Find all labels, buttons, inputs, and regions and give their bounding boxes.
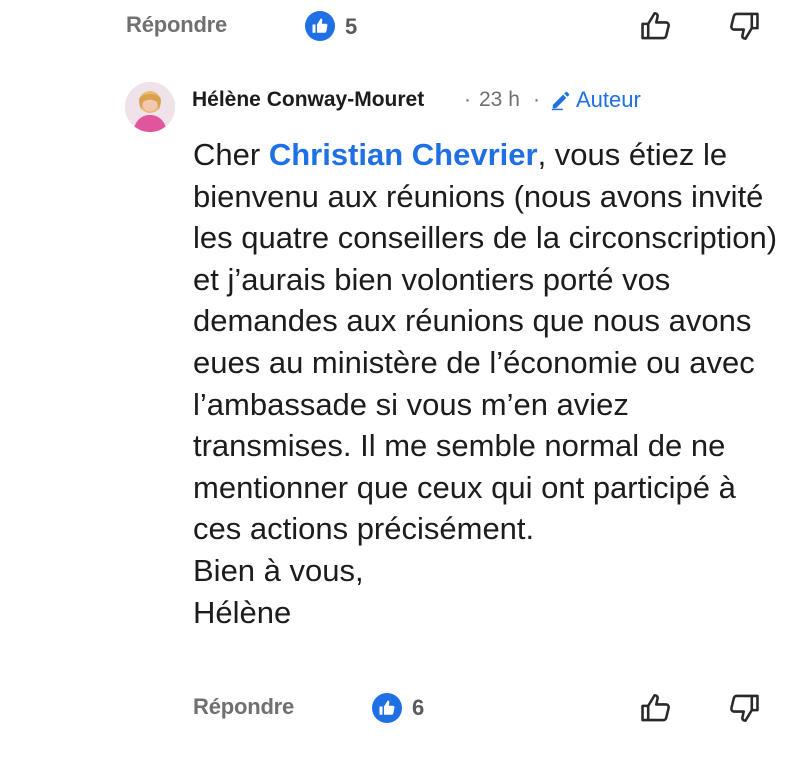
like-count: 6	[412, 695, 425, 720]
thumbs-up-filled-icon	[372, 693, 402, 723]
like-count: 5	[345, 14, 358, 39]
thumbs-down-outline-icon	[730, 12, 759, 41]
comment-closing: Bien à vous,	[193, 552, 364, 588]
text-prefix: Cher	[193, 137, 269, 172]
comment-text: Cher Christian Chevrier, vous étiez le b…	[193, 134, 783, 550]
like-button[interactable]	[636, 6, 676, 46]
reply-button[interactable]: Répondre	[193, 694, 294, 720]
comment-signature: Hélène	[193, 594, 292, 630]
like-button[interactable]	[636, 688, 676, 728]
reply-button[interactable]: Répondre	[126, 12, 227, 38]
author-badge: Auteur	[550, 87, 641, 113]
separator: ·	[464, 88, 471, 111]
separator: ·	[533, 88, 540, 111]
thumbs-up-outline-icon	[641, 11, 670, 40]
timestamp: 23 h	[479, 88, 520, 111]
thumbs-down-outline-icon	[730, 694, 759, 723]
comment-body: Cher Christian Chevrier, vous étiez le b…	[193, 134, 783, 633]
mention-link[interactable]: Christian Chevrier	[269, 137, 538, 172]
dislike-button[interactable]	[724, 6, 764, 46]
author-name[interactable]: Hélène Conway-Mouret	[192, 88, 424, 112]
dislike-button[interactable]	[724, 688, 764, 728]
thumbs-up-filled-icon	[305, 11, 335, 41]
thumbs-up-outline-icon	[641, 693, 670, 722]
author-badge-label: Auteur	[576, 87, 641, 112]
pencil-icon	[551, 91, 570, 111]
avatar[interactable]	[125, 82, 175, 132]
text-main: , vous étiez le bienvenu aux réunions (n…	[193, 137, 778, 547]
